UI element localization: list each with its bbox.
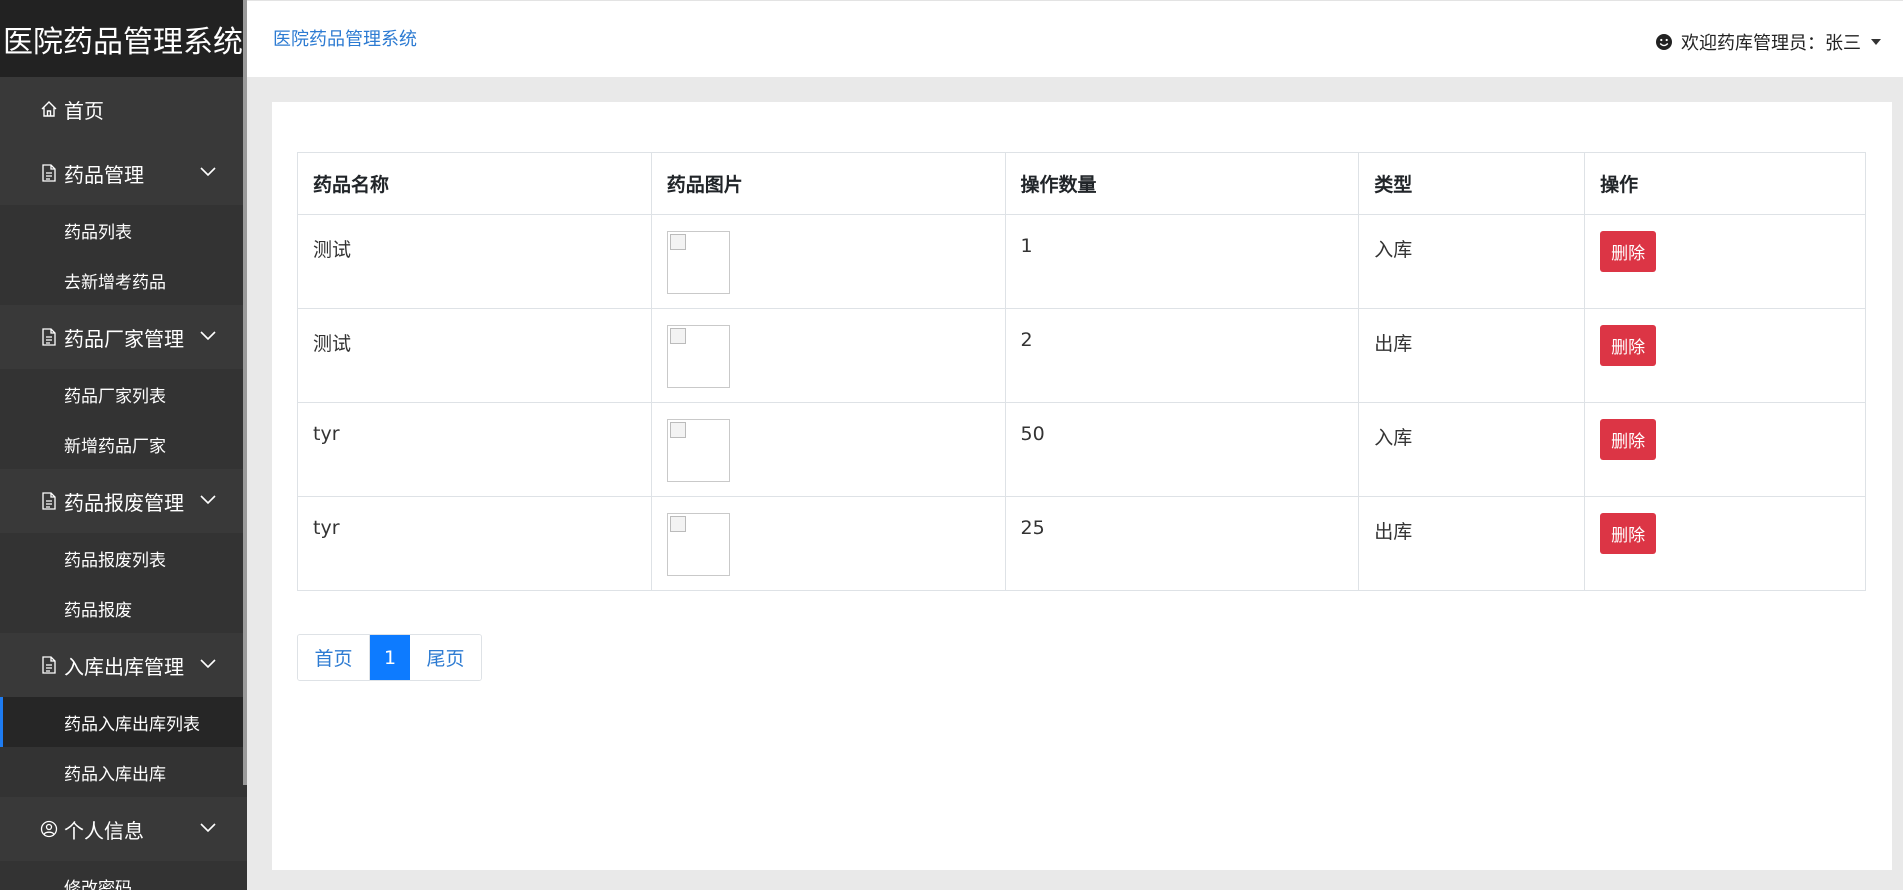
content-card: 药品名称 药品图片 操作数量 类型 操作 测试 1 入库 删除 测试 2 出库 … xyxy=(272,102,1892,870)
chevron-down-icon xyxy=(200,331,216,341)
user-menu[interactable]: 欢迎药库管理员：张三 xyxy=(1655,29,1881,55)
delete-button[interactable]: 删除 xyxy=(1600,231,1657,272)
sidebar-item-manufacturer-list[interactable]: 药品厂家列表 xyxy=(0,369,247,419)
sidebar-group-manufacturer-management[interactable]: 药品厂家管理 xyxy=(0,305,247,369)
drug-image xyxy=(666,231,730,294)
column-header: 操作数量 xyxy=(1004,152,1360,215)
submenu: 药品厂家列表 新增药品厂家 xyxy=(0,369,247,469)
column-header: 操作 xyxy=(1584,152,1866,215)
sidebar-group-label: 药品厂家管理 xyxy=(64,326,184,351)
user-circle-icon xyxy=(40,820,58,838)
sidebar-item-drug-list[interactable]: 药品列表 xyxy=(0,205,247,255)
document-icon xyxy=(40,328,58,346)
sidebar-group-drug-management[interactable]: 药品管理 xyxy=(0,141,247,205)
chevron-down-icon xyxy=(200,823,216,833)
sidebar-group-label: 入库出库管理 xyxy=(64,654,184,679)
caret-down-icon xyxy=(1871,39,1881,45)
type: 出库 xyxy=(1358,308,1586,403)
quantity: 50 xyxy=(1004,402,1360,497)
sidebar: 医院药品管理系统 首页 药品管理 药品列表 去新增考药品 药品厂家管理 药品厂家… xyxy=(0,0,247,890)
drug-image xyxy=(666,513,730,576)
menu-group-stock: 入库出库管理 药品入库出库列表 药品入库出库 xyxy=(0,633,247,797)
top-header: 医院药品管理系统 欢迎药库管理员：张三 xyxy=(247,0,1903,77)
sidebar-group-label: 个人信息 xyxy=(64,818,144,843)
pagination-current-page[interactable]: 1 xyxy=(370,635,410,680)
sidebar-item-add-manufacturer[interactable]: 新增药品厂家 xyxy=(0,419,247,469)
sidebar-group-scrap-management[interactable]: 药品报废管理 xyxy=(0,469,247,533)
table-row: 测试 1 入库 删除 xyxy=(297,214,1866,309)
sidebar-group-stock-management[interactable]: 入库出库管理 xyxy=(0,633,247,697)
drug-name: 测试 xyxy=(297,308,652,403)
table-row: 测试 2 出库 删除 xyxy=(297,308,1866,403)
sidebar-group-label: 药品管理 xyxy=(64,162,144,187)
stock-table: 药品名称 药品图片 操作数量 类型 操作 测试 1 入库 删除 测试 2 出库 … xyxy=(297,152,1866,591)
home-icon xyxy=(40,100,58,118)
menu-group-scrap: 药品报废管理 药品报废列表 药品报废 xyxy=(0,469,247,633)
document-icon xyxy=(40,492,58,510)
submenu: 药品列表 去新增考药品 xyxy=(0,205,247,305)
pagination-first[interactable]: 首页 xyxy=(298,635,370,680)
sidebar-item-stock-list[interactable]: 药品入库出库列表 xyxy=(0,697,247,747)
sidebar-group-label: 药品报废管理 xyxy=(64,490,184,515)
drug-image xyxy=(666,325,730,388)
column-header: 类型 xyxy=(1358,152,1586,215)
breadcrumb[interactable]: 医院药品管理系统 xyxy=(273,25,417,51)
menu-group-drug: 药品管理 药品列表 去新增考药品 xyxy=(0,141,247,305)
drug-image xyxy=(666,419,730,482)
brand-title: 医院药品管理系统 xyxy=(0,0,247,77)
sidebar-group-personal-info[interactable]: 个人信息 xyxy=(0,797,247,861)
type: 入库 xyxy=(1358,402,1586,497)
quantity: 1 xyxy=(1004,214,1360,309)
table-row: tyr 25 出库 删除 xyxy=(297,496,1866,591)
document-icon xyxy=(40,656,58,674)
quantity: 2 xyxy=(1004,308,1360,403)
type: 出库 xyxy=(1358,496,1586,591)
menu-group-profile: 个人信息 修改密码 xyxy=(0,797,247,890)
column-header: 药品图片 xyxy=(650,152,1006,215)
chevron-down-icon xyxy=(200,659,216,669)
smiley-icon xyxy=(1656,34,1672,50)
sidebar-item-home[interactable]: 首页 xyxy=(0,77,247,141)
sidebar-item-scrap-list[interactable]: 药品报废列表 xyxy=(0,533,247,583)
submenu: 药品入库出库列表 药品入库出库 xyxy=(0,697,247,797)
table-row: tyr 50 入库 删除 xyxy=(297,402,1866,497)
sidebar-item-change-password[interactable]: 修改密码 xyxy=(0,861,247,890)
submenu: 修改密码 xyxy=(0,861,247,890)
pagination-last[interactable]: 尾页 xyxy=(410,635,481,680)
column-header: 药品名称 xyxy=(297,152,652,215)
delete-button[interactable]: 删除 xyxy=(1600,513,1657,554)
delete-button[interactable]: 删除 xyxy=(1600,419,1657,460)
drug-name: 测试 xyxy=(297,214,652,309)
sidebar-item-label: 首页 xyxy=(64,98,104,123)
chevron-down-icon xyxy=(200,495,216,505)
sidebar-item-add-drug[interactable]: 去新增考药品 xyxy=(0,255,247,305)
submenu: 药品报废列表 药品报废 xyxy=(0,533,247,633)
menu-group-manufacturer: 药品厂家管理 药品厂家列表 新增药品厂家 xyxy=(0,305,247,469)
delete-button[interactable]: 删除 xyxy=(1600,325,1657,366)
sidebar-item-stock-inout[interactable]: 药品入库出库 xyxy=(0,747,247,797)
table-header-row: 药品名称 药品图片 操作数量 类型 操作 xyxy=(297,152,1866,215)
drug-name: tyr xyxy=(297,402,652,497)
drug-name: tyr xyxy=(297,496,652,591)
document-icon xyxy=(40,164,58,182)
chevron-down-icon xyxy=(200,167,216,177)
quantity: 25 xyxy=(1004,496,1360,591)
pagination: 首页 1 尾页 xyxy=(297,634,482,681)
sidebar-item-scrap[interactable]: 药品报废 xyxy=(0,583,247,633)
type: 入库 xyxy=(1358,214,1586,309)
user-greeting: 欢迎药库管理员：张三 xyxy=(1681,33,1861,54)
